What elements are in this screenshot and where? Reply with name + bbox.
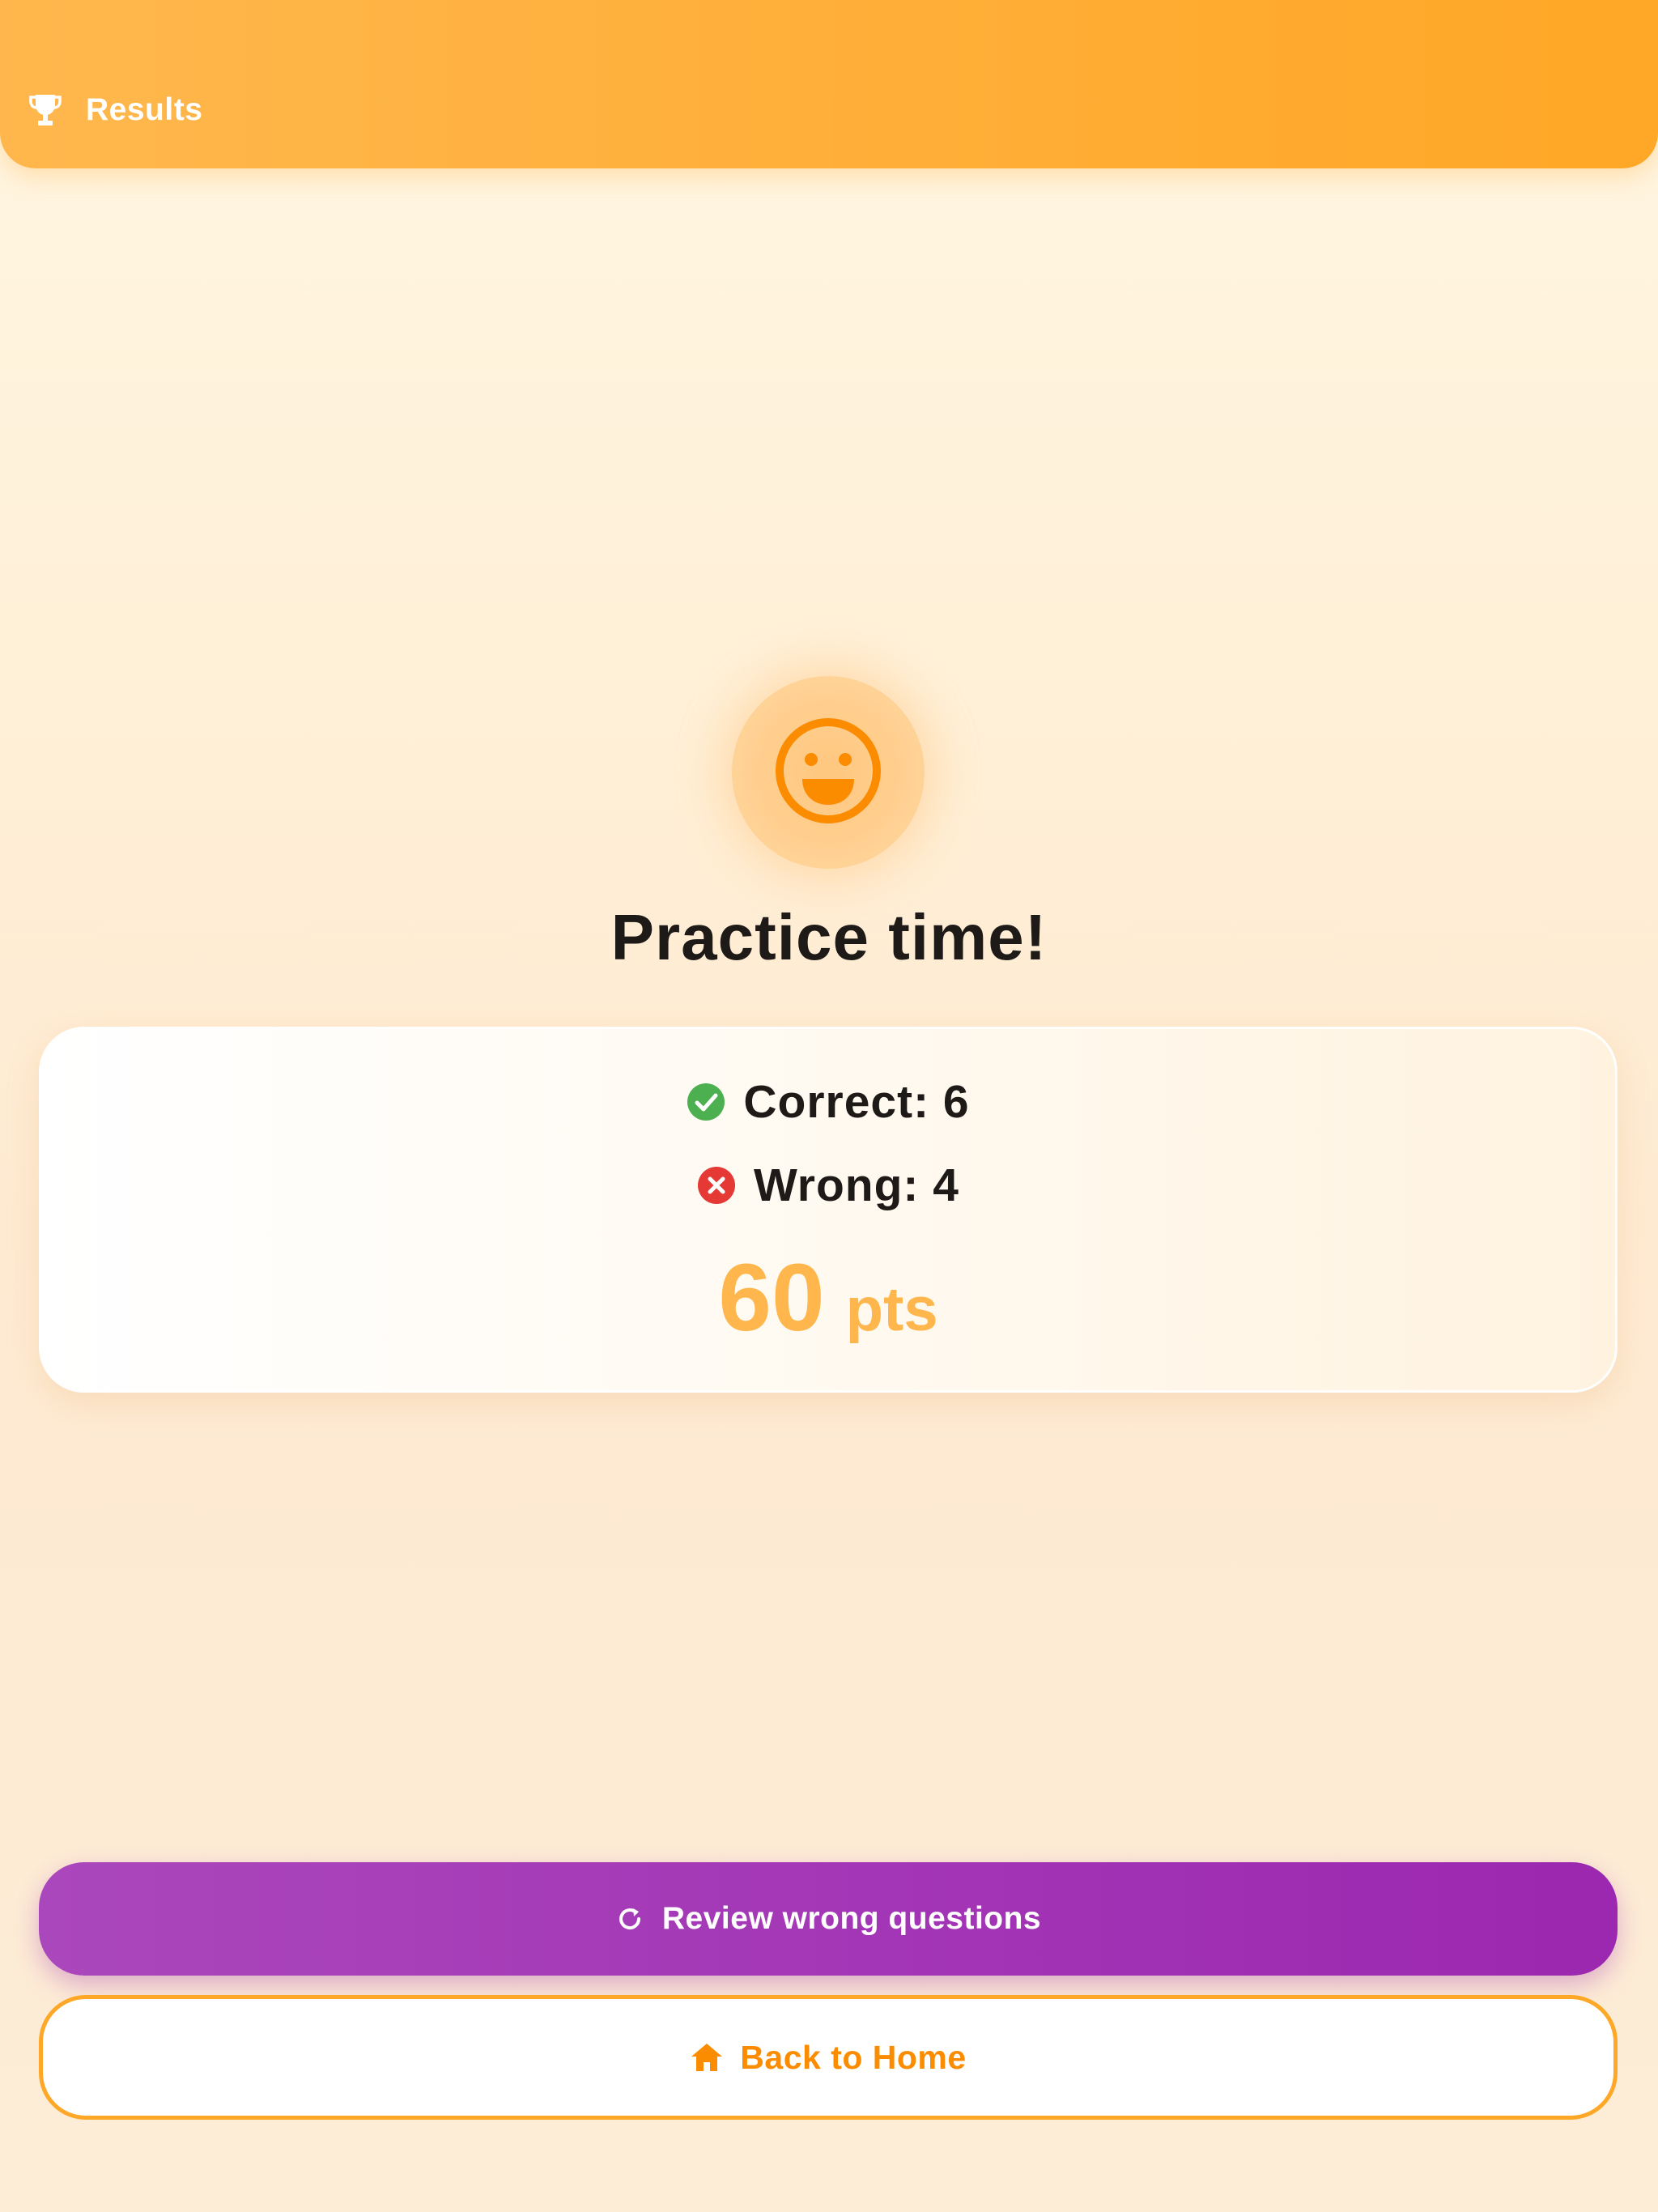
back-to-home-button[interactable]: Back to Home (39, 1995, 1618, 2120)
review-wrong-questions-button[interactable]: Review wrong questions (39, 1862, 1618, 1976)
header-title-group: Results (29, 87, 202, 133)
wrong-count-label: Wrong: 4 (754, 1159, 959, 1211)
x-circle-icon (697, 1166, 736, 1205)
smiley-face-icon (773, 716, 883, 830)
score-display: 60 pts (41, 1241, 1615, 1355)
score-unit: pts (845, 1275, 938, 1344)
home-button-label: Back to Home (740, 2038, 967, 2076)
refresh-icon (615, 1904, 644, 1933)
correct-count-label: Correct: 6 (743, 1076, 970, 1128)
wrong-count-row: Wrong: 4 (41, 1153, 1615, 1218)
score-value: 60 (718, 1244, 825, 1351)
trophy-icon (29, 93, 62, 127)
app-header: Results (0, 0, 1658, 168)
home-icon (690, 2041, 724, 2074)
result-emoji-badge (732, 676, 925, 869)
header-title: Results (86, 92, 203, 127)
result-headline: Practice time! (610, 901, 1048, 973)
review-button-label: Review wrong questions (661, 1901, 1042, 1936)
stats-card: Correct: 6 Wrong: 4 60 pts (39, 1027, 1618, 1393)
correct-count-row: Correct: 6 (41, 1070, 1615, 1134)
check-circle-icon (687, 1083, 725, 1121)
